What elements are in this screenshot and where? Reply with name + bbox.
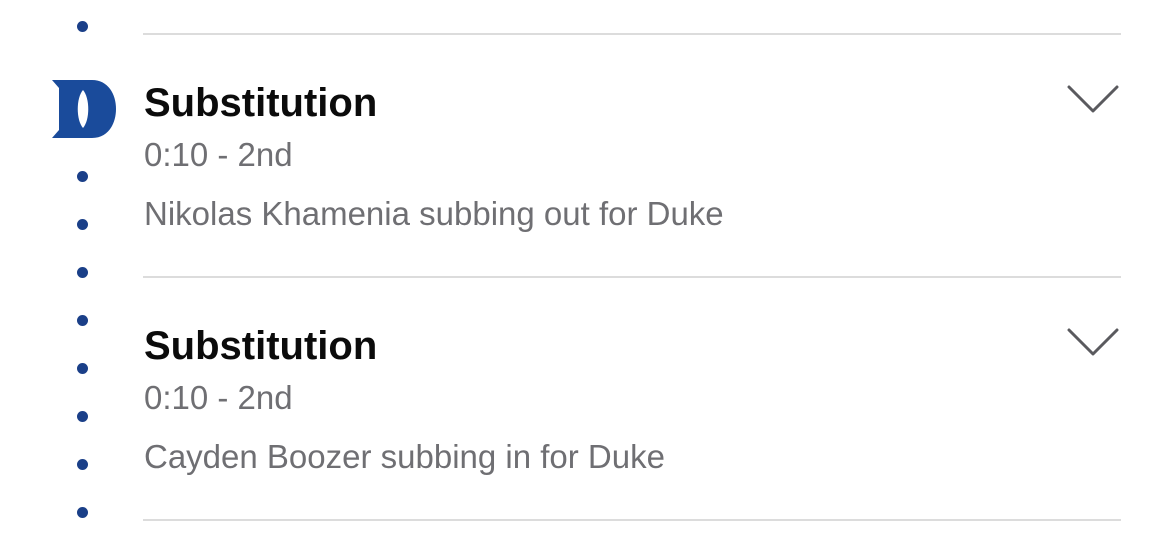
timeline-dot <box>77 507 88 518</box>
play-time: 0:10 - 2nd <box>144 136 293 173</box>
timeline-dot <box>77 315 88 326</box>
timeline-dot <box>77 411 88 422</box>
play-divider <box>143 33 1121 35</box>
play-title: Substitution <box>144 81 378 125</box>
play-by-play-timeline: Substitution 0:10 - 2nd Nikolas Khamenia… <box>0 0 1170 545</box>
timeline-dot <box>77 363 88 374</box>
play-description: Nikolas Khamenia subbing out for Duke <box>144 195 724 232</box>
timeline-dot <box>77 459 88 470</box>
chevron-down-icon[interactable] <box>1067 84 1119 114</box>
duke-d-logo-icon <box>52 80 116 138</box>
play-divider <box>143 519 1121 521</box>
play-description: Cayden Boozer subbing in for Duke <box>144 438 665 475</box>
timeline-dot <box>77 267 88 278</box>
timeline-dot <box>77 219 88 230</box>
timeline-dot <box>77 171 88 182</box>
play-title: Substitution <box>144 324 378 368</box>
chevron-down-icon[interactable] <box>1067 327 1119 357</box>
timeline-dot <box>77 21 88 32</box>
play-time: 0:10 - 2nd <box>144 379 293 416</box>
play-divider <box>143 276 1121 278</box>
